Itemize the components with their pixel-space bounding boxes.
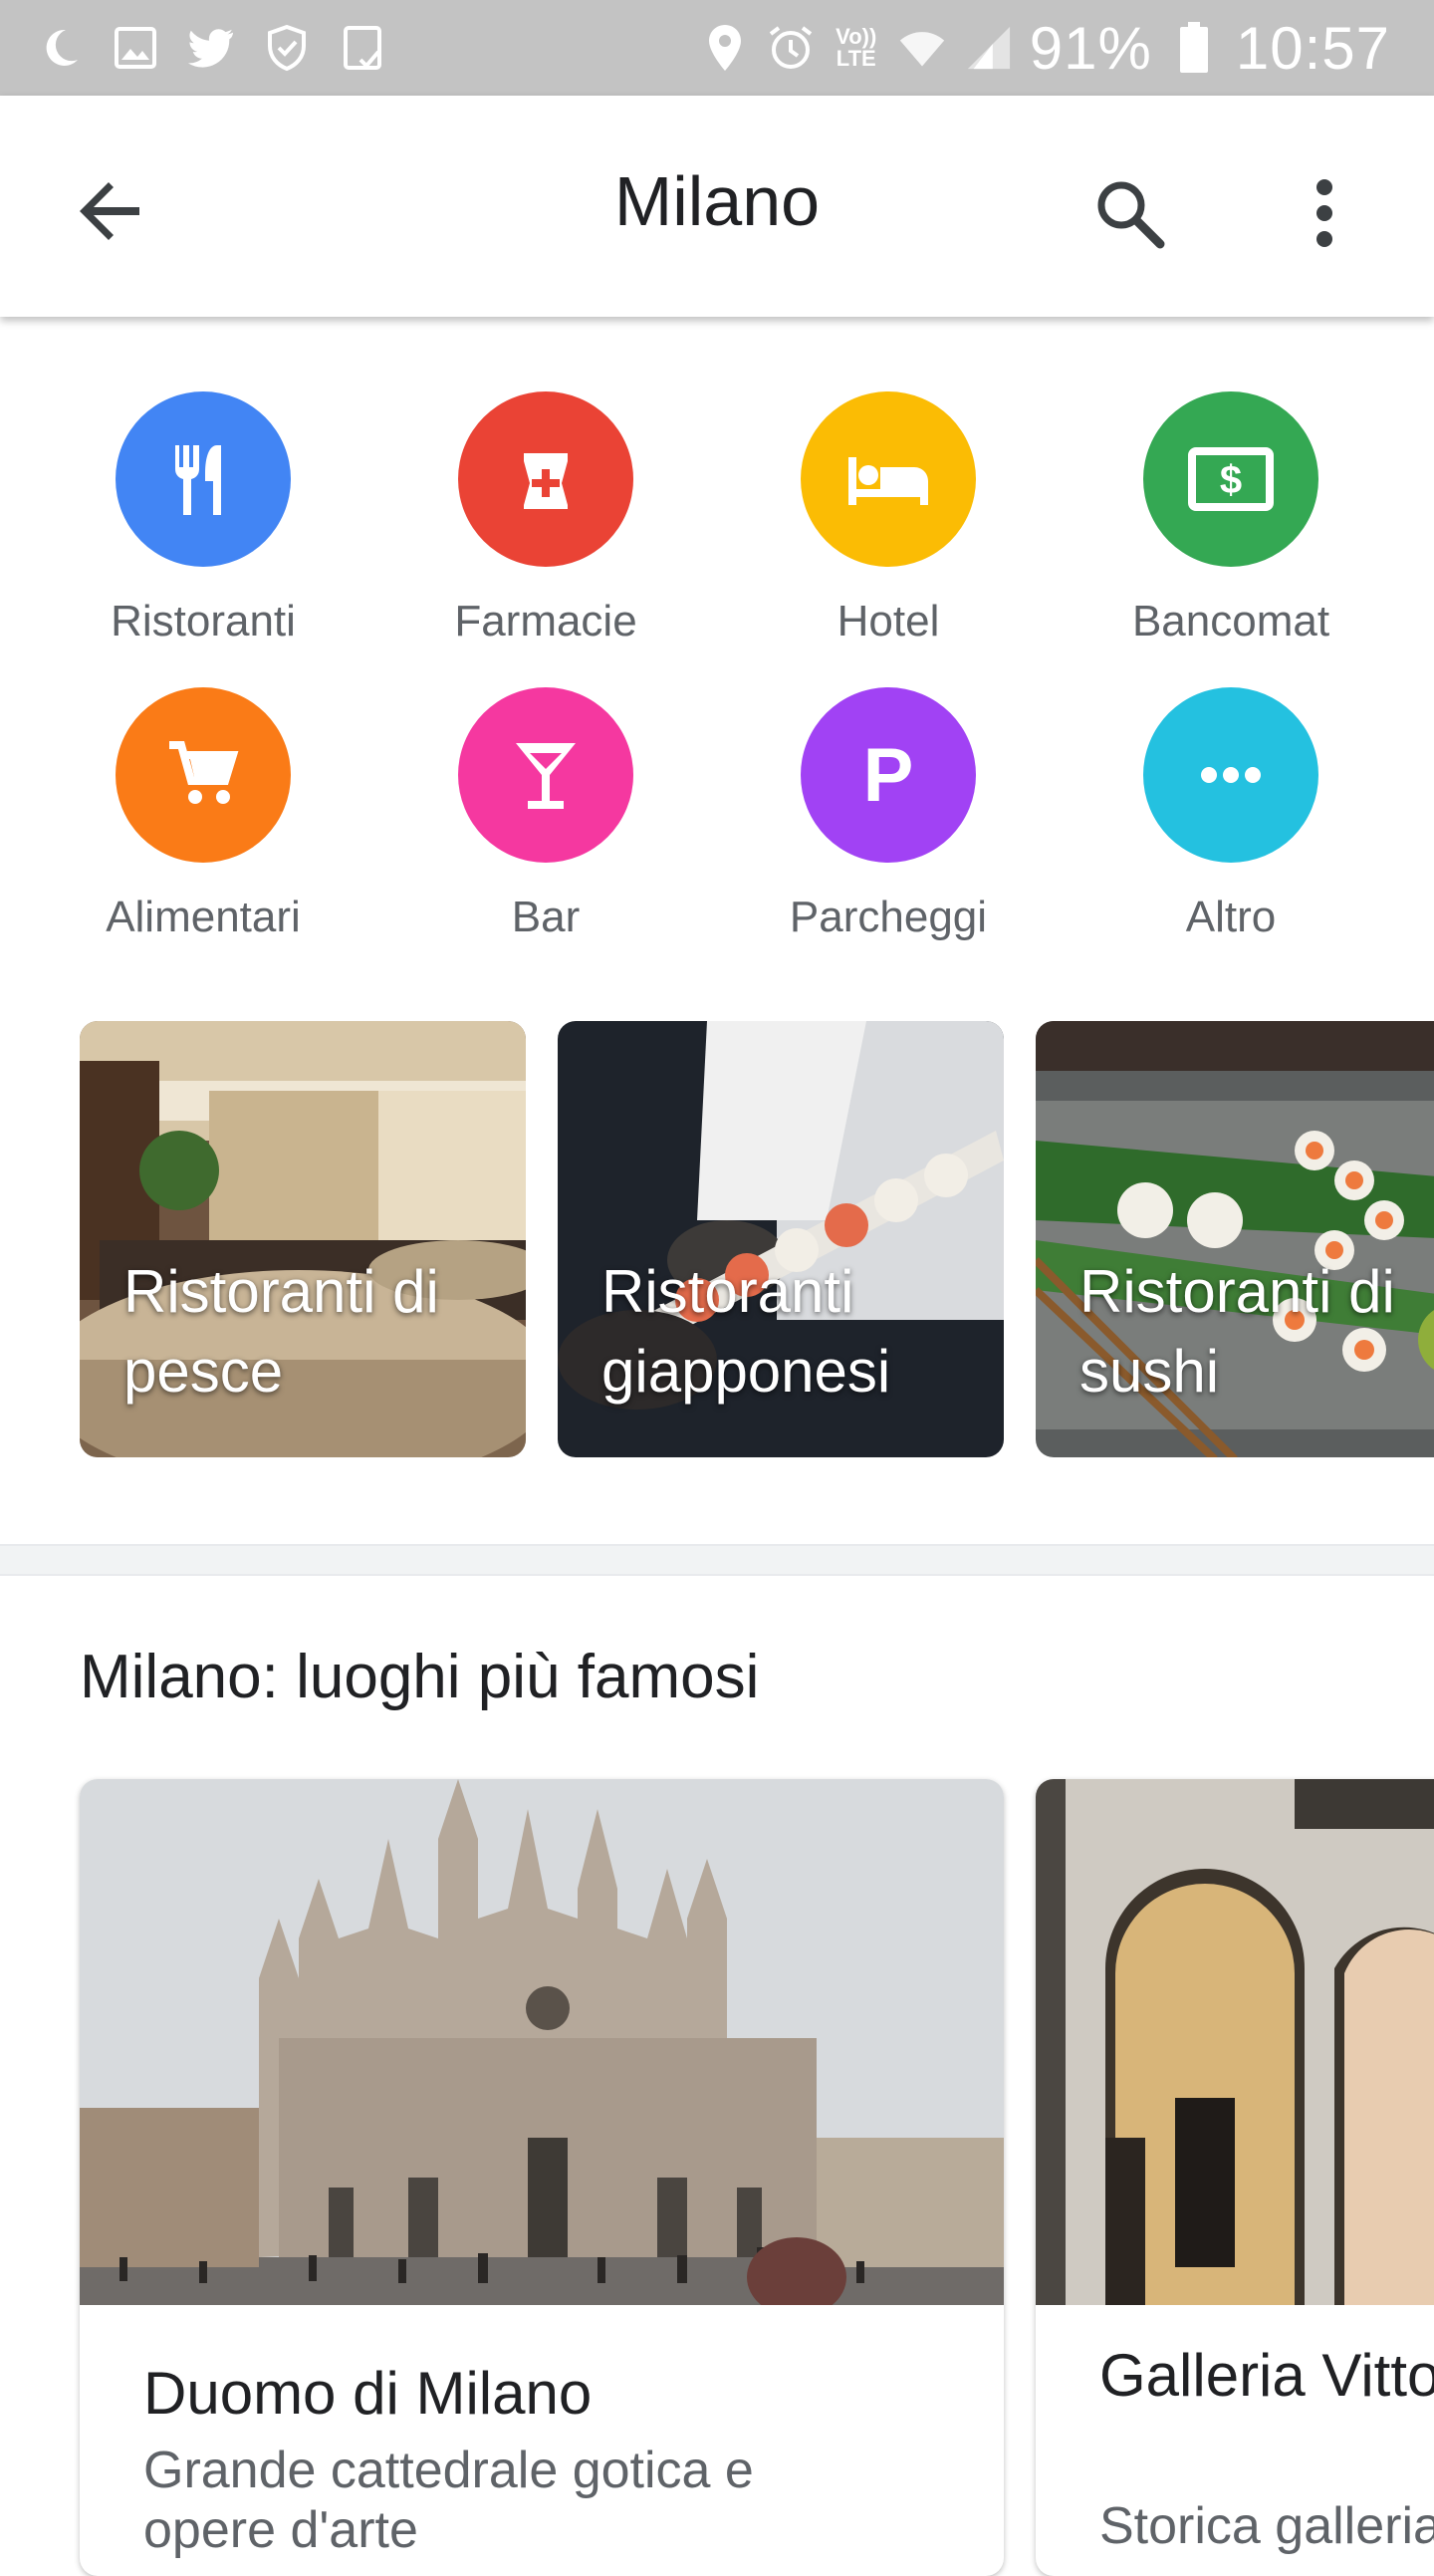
recommendation-card-sushi[interactable]: Ristoranti di sushi: [1036, 1021, 1434, 1457]
location-pin-icon: [701, 24, 749, 72]
search-button[interactable]: [1081, 165, 1177, 261]
svg-text:$: $: [1220, 458, 1242, 502]
category-label: Bancomat: [1131, 597, 1330, 645]
place-card-duomo[interactable]: Duomo di Milano Grande cattedrale gotica…: [80, 1779, 1004, 2576]
category-bar[interactable]: Bar: [374, 687, 717, 966]
recommendation-card-pesce[interactable]: Ristoranti di pesce: [80, 1021, 526, 1457]
category-hotel[interactable]: Hotel: [717, 391, 1060, 670]
twitter-icon: [187, 24, 235, 72]
cocktail-icon: [458, 687, 633, 863]
category-ristoranti[interactable]: Ristoranti: [32, 391, 374, 670]
category-bancomat[interactable]: $ Bancomat: [1060, 391, 1402, 670]
volte-badge: Vo)) LTE: [836, 24, 877, 71]
recommendation-card-giapponesi[interactable]: Ristoranti giapponesi: [558, 1021, 1004, 1457]
image-icon: [112, 24, 159, 72]
shield-check-icon: [263, 24, 311, 72]
category-label: Ristoranti: [111, 597, 296, 645]
clock: 10:57: [1235, 14, 1390, 82]
place-description: Grande cattedrale gotica e opere d'arte: [143, 2442, 754, 2559]
more-vert-icon: [1316, 179, 1332, 247]
category-altro[interactable]: Altro: [1060, 687, 1402, 966]
galleria-photo: [1036, 1779, 1434, 2305]
restaurant-icon: [116, 391, 291, 567]
search-icon: [1097, 181, 1165, 249]
category-farmacie[interactable]: Farmacie: [374, 391, 717, 670]
category-label: Farmacie: [454, 597, 637, 645]
cart-icon: [116, 687, 291, 863]
category-parcheggi[interactable]: P Parcheggi: [717, 687, 1060, 966]
battery-percent: 91%: [1029, 14, 1152, 82]
recommendation-label: Ristoranti di pesce: [123, 1258, 439, 1405]
section-divider: [0, 1544, 1434, 1576]
category-alimentari[interactable]: Alimentari: [32, 687, 374, 966]
moon-icon: [36, 24, 84, 72]
recommendation-label: Ristoranti di sushi: [1079, 1258, 1395, 1405]
section-title: Milano: luoghi più famosi: [80, 1643, 760, 1711]
more-horiz-icon: [1143, 687, 1318, 863]
recommendation-label: Ristoranti giapponesi: [601, 1258, 891, 1405]
page-title: Milano: [613, 162, 821, 240]
wifi-icon: [898, 24, 946, 72]
category-label: Altro: [1185, 893, 1277, 941]
more-options-button[interactable]: [1277, 165, 1372, 261]
pharmacy-icon: [458, 391, 633, 567]
place-card-galleria[interactable]: Galleria Vittorio Emanuele II Storica ga…: [1036, 1779, 1434, 2576]
category-label: Bar: [511, 893, 581, 941]
app-bar: Milano: [0, 96, 1434, 317]
place-name: Galleria Vittorio Emanuele II: [1099, 2342, 1434, 2409]
parking-icon: P: [801, 687, 976, 863]
place-description: Storica galleria: [1099, 2497, 1434, 2555]
place-name: Duomo di Milano: [143, 2360, 593, 2427]
alarm-icon: [767, 24, 815, 72]
category-label: Alimentari: [106, 893, 301, 941]
battery-icon: [1170, 22, 1218, 73]
svg-text:P: P: [863, 733, 914, 817]
tablet-check-icon: [339, 24, 386, 72]
hotel-bed-icon: [801, 391, 976, 567]
status-bar: Vo)) LTE 91% 10:57: [0, 0, 1434, 96]
atm-icon: $: [1143, 391, 1318, 567]
cell-signal-icon: [964, 24, 1012, 72]
category-label: Hotel: [836, 597, 940, 645]
category-label: Parcheggi: [789, 893, 988, 941]
duomo-photo: [80, 1779, 1004, 2305]
